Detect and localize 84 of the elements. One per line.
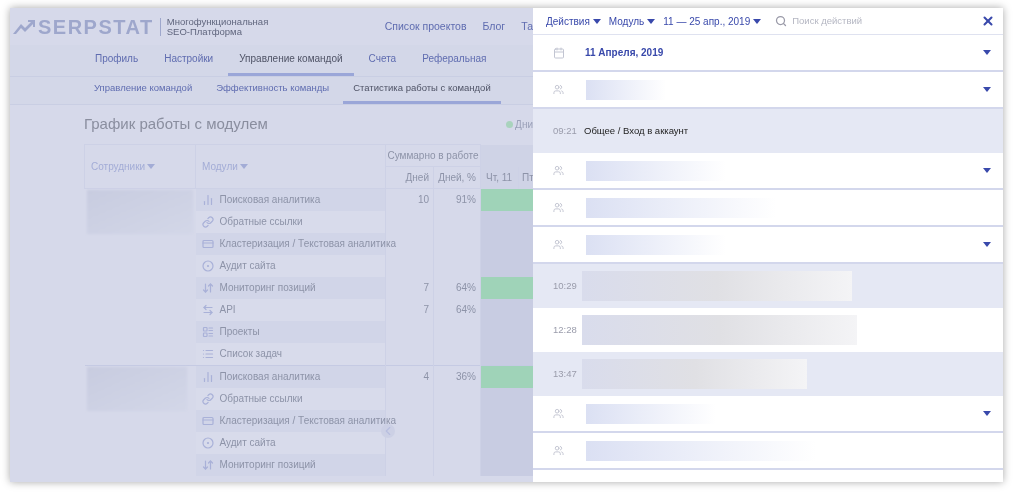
module-name: Список задач — [219, 347, 283, 361]
filter-dropdown[interactable]: Действия — [546, 13, 601, 29]
table-cell: 64% — [456, 304, 476, 315]
module-name: API — [219, 303, 236, 317]
logo-text: SERPSTAT — [38, 14, 154, 40]
column-header: Чт, 11 — [486, 172, 513, 183]
chart-icon — [201, 193, 214, 206]
tab[interactable]: Реферальная — [411, 51, 498, 76]
card-icon — [201, 237, 214, 250]
caret-icon — [983, 87, 991, 92]
caret-icon — [592, 18, 601, 24]
card-icon — [201, 414, 214, 427]
chart-icon — [201, 370, 214, 383]
table-cell: 7 — [423, 282, 429, 293]
date-label: 11 Апреля, 2019 — [585, 46, 664, 60]
caret-icon — [239, 164, 248, 169]
table-cell: 7 — [423, 304, 429, 315]
caret-icon — [983, 168, 991, 173]
nav-link[interactable]: Та — [521, 18, 533, 35]
tagline-text: Многофункциональная — [166, 16, 269, 27]
module-name: Мониторинг позиций — [219, 281, 316, 295]
module-name: Кластеризация / Текстовая аналитика — [219, 414, 397, 428]
link-icon — [201, 392, 214, 405]
column-header: Пт — [522, 172, 533, 183]
tab[interactable]: Счета — [357, 51, 408, 76]
table-cell: 91% — [456, 194, 476, 206]
circle-icon — [201, 259, 214, 272]
caret-icon — [647, 18, 656, 24]
table-cell: 36% — [456, 371, 476, 382]
column-header: Суммарно в работе — [387, 150, 479, 161]
nav-link[interactable]: Список проектов — [384, 18, 467, 35]
collapse-handle-icon[interactable] — [381, 423, 395, 438]
filter-dropdown[interactable]: Модуль — [608, 13, 656, 29]
module-name: Аудит сайта — [219, 436, 276, 450]
users-icon — [553, 445, 564, 456]
module-name: Поисковая аналитика — [219, 370, 321, 384]
users-icon — [553, 408, 564, 419]
nav-link[interactable]: Блог — [482, 18, 506, 35]
table-cell: 4 — [423, 371, 429, 382]
module-name: Мониторинг позиций — [219, 458, 316, 472]
time-label: 12:28 — [553, 322, 578, 337]
users-icon — [553, 84, 564, 95]
column-header: Дней — [405, 172, 429, 183]
module-name: Аудит сайта — [219, 259, 276, 273]
time-label: 10:29 — [553, 278, 578, 293]
calendar-icon — [553, 46, 565, 59]
section-title: График работы с модулем — [84, 114, 268, 135]
list-icon — [201, 347, 214, 360]
arrows-icon — [201, 458, 214, 471]
users-icon — [553, 202, 564, 213]
sub-tab[interactable]: Эффективность команды — [206, 80, 340, 104]
module-name: Обратные ссылки — [219, 392, 303, 406]
list-icon — [201, 325, 214, 338]
module-name: Поисковая аналитика — [219, 193, 321, 208]
arrows-icon — [201, 303, 214, 316]
logo-icon — [13, 19, 35, 34]
users-icon — [553, 165, 564, 176]
caret-icon — [983, 411, 991, 416]
tagline-text: SEO-Платформа — [166, 26, 242, 37]
action-text: Общее / Вход в аккаунт — [584, 123, 689, 138]
arrows-icon — [201, 281, 214, 294]
search-icon — [775, 15, 788, 27]
caret-icon — [147, 164, 156, 169]
caret-icon — [983, 242, 991, 247]
sub-tab[interactable]: Управление командой — [84, 80, 203, 104]
legend-label: Дни — [515, 118, 533, 132]
caret-icon — [753, 18, 762, 24]
module-name: Обратные ссылки — [219, 215, 303, 229]
tab[interactable]: Настройки — [153, 51, 225, 76]
table-cell: 64% — [456, 282, 476, 293]
time-label: 13:47 — [553, 366, 578, 381]
users-icon — [553, 239, 564, 250]
tab[interactable]: Профиль — [84, 51, 150, 76]
link-icon — [201, 215, 214, 228]
caret-icon — [983, 50, 991, 55]
time-label: 09:21 — [553, 123, 578, 138]
module-name: Проекты — [219, 325, 260, 339]
column-header: Дней, % — [438, 172, 476, 183]
module-name: Кластеризация / Текстовая аналитика — [219, 237, 397, 251]
close-icon[interactable] — [981, 14, 995, 28]
sub-tab[interactable]: Статистика работы с командой — [343, 80, 501, 104]
filter-dropdown[interactable]: 11 — 25 апр., 2019 — [663, 13, 762, 29]
table-cell: 10 — [417, 194, 429, 206]
circle-icon — [201, 436, 214, 449]
